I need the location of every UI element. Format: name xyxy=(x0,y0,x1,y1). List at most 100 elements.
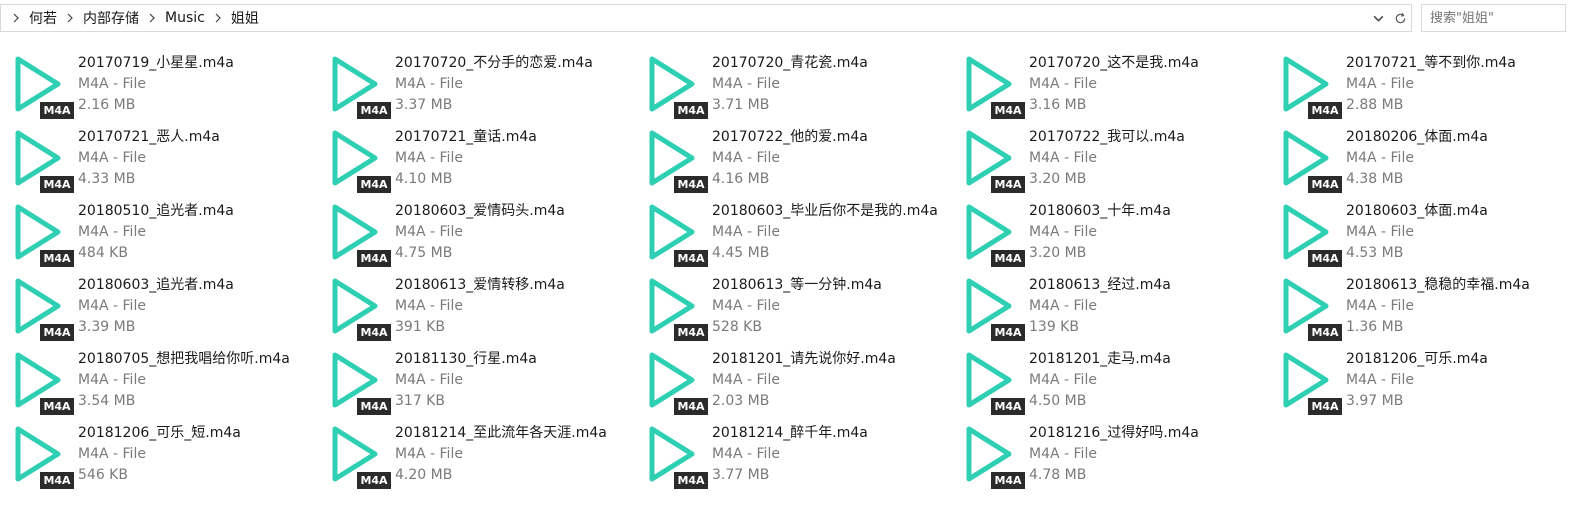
file-item[interactable]: M4A 20181201_请先说你好.m4a M4A - File 2.03 MB xyxy=(642,344,959,418)
refresh-button[interactable] xyxy=(1389,5,1411,31)
address-actions xyxy=(1367,5,1411,31)
search-box[interactable] xyxy=(1421,4,1566,32)
file-type-badge: M4A xyxy=(357,324,391,341)
file-size: 2.03 MB xyxy=(712,393,770,409)
file-type: M4A - File xyxy=(1029,224,1097,240)
search-input[interactable] xyxy=(1422,5,1565,31)
file-type-badge: M4A xyxy=(674,102,708,119)
file-size: 4.10 MB xyxy=(395,171,453,187)
file-item[interactable]: M4A 20180603_爱情码头.m4a M4A - File 4.75 MB xyxy=(325,196,642,270)
file-type-badge: M4A xyxy=(674,176,708,193)
file-meta: 20170719_小星星.m4a M4A - File 2.16 MB xyxy=(78,53,323,116)
file-item[interactable]: M4A 20181214_至此流年各天涯.m4a M4A - File 4.20 MB xyxy=(325,418,642,492)
file-meta: 20180613_稳稳的幸福.m4a M4A - File 1.36 MB xyxy=(1346,275,1573,338)
file-item[interactable]: M4A 20181206_可乐_短.m4a M4A - File 546 KB xyxy=(8,418,325,492)
file-item[interactable]: M4A 20170720_这不是我.m4a M4A - File 3.16 MB xyxy=(959,48,1276,122)
file-type-badge: M4A xyxy=(40,102,74,119)
m4a-file-icon: M4A xyxy=(12,128,74,193)
m4a-file-icon: M4A xyxy=(646,350,708,415)
file-name: 20170721_童话.m4a xyxy=(395,129,537,145)
file-item[interactable]: M4A 20181216_过得好吗.m4a M4A - File 4.78 MB xyxy=(959,418,1276,492)
m4a-file-icon: M4A xyxy=(646,202,708,267)
file-item[interactable]: M4A 20180613_稳稳的幸福.m4a M4A - File 1.36 MB xyxy=(1276,270,1573,344)
file-item[interactable]: M4A 20180705_想把我唱给你听.m4a M4A - File 3.54 MB xyxy=(8,344,325,418)
file-meta: 20180603_体面.m4a M4A - File 4.53 MB xyxy=(1346,201,1573,264)
file-size: 4.20 MB xyxy=(395,467,453,483)
file-meta: 20170722_我可以.m4a M4A - File 3.20 MB xyxy=(1029,127,1274,190)
m4a-file-icon: M4A xyxy=(329,54,391,119)
file-meta: 20181201_请先说你好.m4a M4A - File 2.03 MB xyxy=(712,349,957,412)
breadcrumb-separator[interactable] xyxy=(7,5,25,31)
file-type-badge: M4A xyxy=(40,398,74,415)
breadcrumb-item[interactable]: 何若 xyxy=(25,8,61,28)
m4a-file-icon: M4A xyxy=(329,202,391,267)
file-item[interactable]: M4A 20181201_走马.m4a M4A - File 4.50 MB xyxy=(959,344,1276,418)
m4a-file-icon: M4A xyxy=(646,276,708,341)
file-item[interactable]: M4A 20180510_追光者.m4a M4A - File 484 KB xyxy=(8,196,325,270)
file-type-badge: M4A xyxy=(357,398,391,415)
file-type-badge: M4A xyxy=(991,324,1025,341)
file-size: 4.75 MB xyxy=(395,245,453,261)
file-type-badge: M4A xyxy=(1308,324,1342,341)
file-item[interactable]: M4A 20180603_毕业后你不是我的.m4a M4A - File 4.45 M… xyxy=(642,196,959,270)
file-type-badge: M4A xyxy=(991,398,1025,415)
file-item[interactable]: M4A 20170722_我可以.m4a M4A - File 3.20 MB xyxy=(959,122,1276,196)
file-item[interactable]: M4A 20181206_可乐.m4a M4A - File 3.97 MB xyxy=(1276,344,1573,418)
file-name: 20170722_他的爱.m4a xyxy=(712,129,868,145)
file-item[interactable]: M4A 20170721_童话.m4a M4A - File 4.10 MB xyxy=(325,122,642,196)
history-dropdown-button[interactable] xyxy=(1367,5,1389,31)
file-item[interactable]: M4A 20180603_十年.m4a M4A - File 3.20 MB xyxy=(959,196,1276,270)
file-name: 20181216_过得好吗.m4a xyxy=(1029,425,1199,441)
file-item[interactable]: M4A 20180603_追光者.m4a M4A - File 3.39 MB xyxy=(8,270,325,344)
file-item[interactable]: M4A 20181214_醉千年.m4a M4A - File 3.77 MB xyxy=(642,418,959,492)
file-type-badge: M4A xyxy=(991,472,1025,489)
file-meta: 20181206_可乐.m4a M4A - File 3.97 MB xyxy=(1346,349,1573,412)
file-type: M4A - File xyxy=(712,372,780,388)
file-size: 139 KB xyxy=(1029,319,1079,335)
file-item[interactable]: M4A 20180206_体面.m4a M4A - File 4.38 MB xyxy=(1276,122,1573,196)
chevron-right-icon xyxy=(149,13,155,23)
file-type-badge: M4A xyxy=(40,472,74,489)
file-type: M4A - File xyxy=(1346,224,1414,240)
file-size: 3.20 MB xyxy=(1029,171,1087,187)
file-item[interactable]: M4A 20170720_不分手的恋爱.m4a M4A - File 3.37 MB xyxy=(325,48,642,122)
file-type: M4A - File xyxy=(712,298,780,314)
file-name: 20180613_等一分钟.m4a xyxy=(712,277,882,293)
breadcrumb-separator[interactable] xyxy=(143,5,161,31)
breadcrumb-box[interactable]: 何若 内部存储 Music 姐姐 xyxy=(0,4,1412,32)
file-name: 20181214_醉千年.m4a xyxy=(712,425,868,441)
file-type-badge: M4A xyxy=(1308,176,1342,193)
file-size: 317 KB xyxy=(395,393,445,409)
file-item[interactable]: M4A 20180613_爱情转移.m4a M4A - File 391 KB xyxy=(325,270,642,344)
m4a-file-icon: M4A xyxy=(963,202,1025,267)
file-item[interactable]: M4A 20170721_恶人.m4a M4A - File 4.33 MB xyxy=(8,122,325,196)
file-item[interactable]: M4A 20180603_体面.m4a M4A - File 4.53 MB xyxy=(1276,196,1573,270)
file-item[interactable]: M4A 20170720_青花瓷.m4a M4A - File 3.71 MB xyxy=(642,48,959,122)
m4a-file-icon: M4A xyxy=(329,128,391,193)
breadcrumb-separator[interactable] xyxy=(61,5,79,31)
file-item[interactable]: M4A 20180613_经过.m4a M4A - File 139 KB xyxy=(959,270,1276,344)
file-meta: 20180510_追光者.m4a M4A - File 484 KB xyxy=(78,201,323,264)
breadcrumb-item[interactable]: 姐姐 xyxy=(227,8,263,28)
file-item[interactable]: M4A 20170719_小星星.m4a M4A - File 2.16 MB xyxy=(8,48,325,122)
file-name: 20181206_可乐.m4a xyxy=(1346,351,1488,367)
file-meta: 20170720_不分手的恋爱.m4a M4A - File 3.37 MB xyxy=(395,53,640,116)
file-type: M4A - File xyxy=(395,446,463,462)
file-type-badge: M4A xyxy=(357,472,391,489)
m4a-file-icon: M4A xyxy=(963,54,1025,119)
file-item[interactable]: M4A 20181130_行星.m4a M4A - File 317 KB xyxy=(325,344,642,418)
breadcrumb-separator[interactable] xyxy=(209,5,227,31)
file-size: 546 KB xyxy=(78,467,128,483)
file-item[interactable]: M4A 20170721_等不到你.m4a M4A - File 2.88 MB xyxy=(1276,48,1573,122)
file-item[interactable]: M4A 20180613_等一分钟.m4a M4A - File 528 KB xyxy=(642,270,959,344)
file-meta: 20180603_爱情码头.m4a M4A - File 4.75 MB xyxy=(395,201,640,264)
file-type: M4A - File xyxy=(78,298,146,314)
file-size: 4.38 MB xyxy=(1346,171,1404,187)
file-type: M4A - File xyxy=(712,224,780,240)
breadcrumb-item[interactable]: Music xyxy=(161,10,209,26)
file-item[interactable]: M4A 20170722_他的爱.m4a M4A - File 4.16 MB xyxy=(642,122,959,196)
breadcrumb-item[interactable]: 内部存储 xyxy=(79,8,143,28)
file-size: 3.37 MB xyxy=(395,97,453,113)
file-meta: 20180613_爱情转移.m4a M4A - File 391 KB xyxy=(395,275,640,338)
file-meta: 20181130_行星.m4a M4A - File 317 KB xyxy=(395,349,640,412)
